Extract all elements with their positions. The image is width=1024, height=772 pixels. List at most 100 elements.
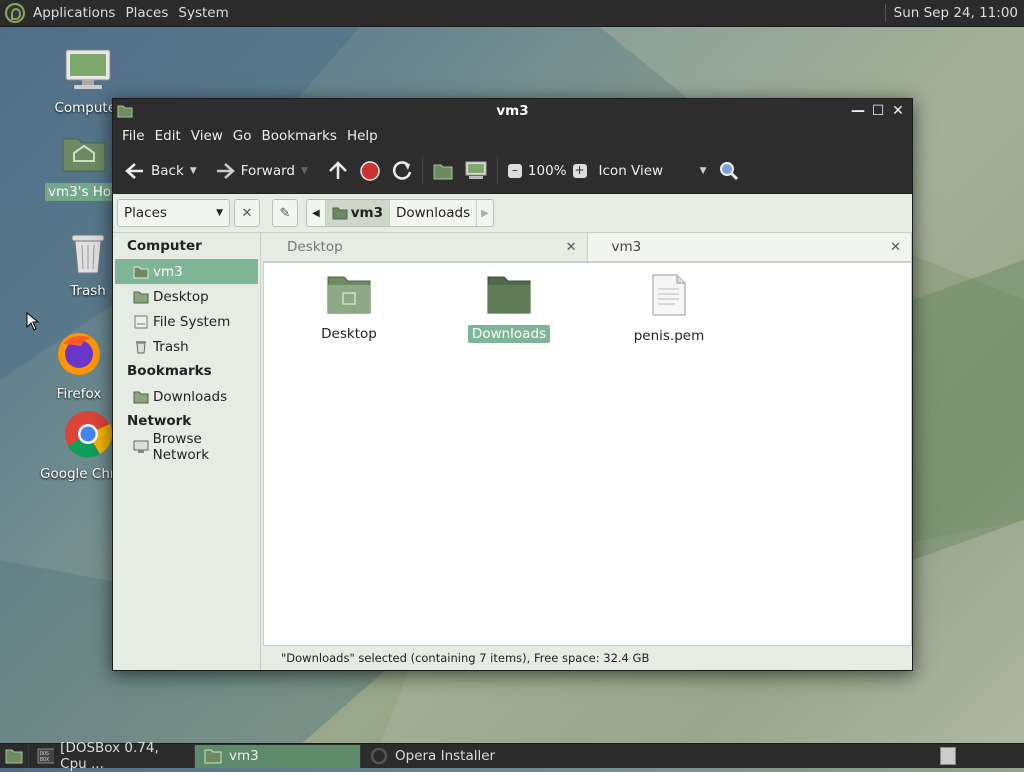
tab-vm3[interactable]: vm3 ✕ bbox=[587, 233, 912, 261]
view-mode-select[interactable]: Icon View ▼ bbox=[593, 153, 713, 189]
back-arrow-icon bbox=[125, 162, 143, 179]
breadcrumb-right-arrow[interactable]: ▶ bbox=[477, 200, 493, 226]
search-icon bbox=[719, 161, 738, 180]
reload-icon bbox=[392, 160, 412, 180]
tab-label: Desktop bbox=[287, 239, 343, 255]
sidebar-item-trash[interactable]: Trash bbox=[113, 334, 260, 359]
tab-desktop[interactable]: Desktop ✕ bbox=[263, 233, 588, 261]
home-folder-icon bbox=[433, 164, 453, 179]
reload-button[interactable] bbox=[386, 153, 418, 189]
menu-edit[interactable]: Edit bbox=[150, 128, 186, 144]
maximize-button[interactable]: ☐ bbox=[870, 103, 886, 119]
sidebar-item-downloads[interactable]: Downloads bbox=[113, 384, 260, 409]
trash-icon bbox=[136, 340, 146, 353]
file-label: penis.pem bbox=[633, 328, 705, 344]
close-button[interactable]: ✕ bbox=[890, 103, 906, 119]
taskbar-item-opera-installer[interactable]: Opera Installer bbox=[361, 745, 527, 768]
close-sidebar-button[interactable]: ✕ bbox=[234, 199, 260, 227]
sidebar-item-vm3[interactable]: vm3 bbox=[115, 259, 258, 284]
status-bar: "Downloads" selected (containing 7 items… bbox=[281, 651, 650, 665]
up-button[interactable] bbox=[322, 153, 354, 189]
places-menu[interactable]: Places bbox=[120, 5, 173, 21]
task-label: Opera Installer bbox=[395, 748, 496, 764]
bottom-panel: DOS BOX [DOSBox 0.74, Cpu ... vm3 Opera I… bbox=[0, 740, 1024, 772]
sidebar: Computer vm3 Desktop File System Trash B… bbox=[113, 233, 261, 670]
back-button[interactable]: Back bbox=[119, 153, 190, 189]
home-folder-icon bbox=[332, 207, 348, 220]
file-item-desktop[interactable]: Desktop bbox=[294, 273, 404, 343]
system-menu[interactable]: System bbox=[173, 5, 233, 21]
sidebar-heading-computer: Computer bbox=[127, 238, 202, 254]
opera-icon bbox=[370, 748, 388, 764]
chrome-icon bbox=[65, 411, 113, 458]
breadcrumb-left-arrow[interactable]: ◀ bbox=[307, 200, 326, 226]
toolbar-separator bbox=[421, 156, 423, 185]
menu-go[interactable]: Go bbox=[228, 128, 257, 144]
trash-icon bbox=[71, 234, 105, 274]
tab-close-icon[interactable]: ✕ bbox=[566, 240, 577, 255]
breadcrumb-item-home[interactable]: vm3 bbox=[325, 200, 390, 226]
search-button[interactable] bbox=[713, 153, 745, 189]
breadcrumb-label: Downloads bbox=[395, 205, 471, 221]
pencil-icon: ✎ bbox=[279, 205, 291, 221]
breadcrumb-item-downloads[interactable]: Downloads bbox=[390, 200, 478, 226]
network-icon bbox=[133, 440, 149, 453]
home-folder-icon bbox=[204, 749, 222, 764]
menu-file[interactable]: File bbox=[117, 128, 150, 144]
back-history-dropdown[interactable]: ▼ bbox=[190, 166, 197, 176]
zoom-in-button[interactable]: + bbox=[567, 153, 593, 189]
up-arrow-icon bbox=[329, 160, 347, 179]
desktop-icon-label: Firefox bbox=[56, 386, 102, 402]
menu-help[interactable]: Help bbox=[342, 128, 383, 144]
home-button[interactable] bbox=[427, 153, 459, 189]
toolbar: Back ▼ Forward ▼ – 100% + Icon View ▼ bbox=[113, 148, 912, 194]
applications-menu[interactable]: Applications bbox=[28, 5, 120, 21]
desktop-icon bbox=[133, 291, 149, 303]
top-panel: Applications Places System Sun Sep 24, 1… bbox=[0, 0, 1024, 27]
sidebar-item-browse-network[interactable]: Browse Network bbox=[113, 431, 260, 463]
desktop-icon-firefox[interactable]: Firefox bbox=[45, 330, 113, 402]
desktop-icon-chrome[interactable]: Google Chrome bbox=[30, 410, 113, 482]
icon-view[interactable]: Desktop Downloads penis.pem bbox=[263, 262, 912, 646]
forward-history-dropdown[interactable]: ▼ bbox=[301, 166, 308, 176]
show-desktop-button[interactable] bbox=[0, 744, 29, 768]
sidebar-item-label: Trash bbox=[153, 338, 189, 355]
places-select-label: Places bbox=[124, 205, 167, 221]
tab-label: vm3 bbox=[611, 239, 642, 255]
stop-button[interactable] bbox=[354, 153, 386, 189]
mouse-cursor-icon bbox=[26, 312, 40, 331]
zoom-level: 100% bbox=[527, 162, 567, 179]
sidebar-item-label: Browse Network bbox=[152, 430, 210, 463]
sidebar-places-select[interactable]: Places ▼ bbox=[117, 199, 230, 227]
file-item-penis-pem[interactable]: penis.pem bbox=[614, 273, 724, 345]
file-item-downloads[interactable]: Downloads bbox=[454, 273, 564, 343]
menu-bookmarks[interactable]: Bookmarks bbox=[257, 128, 342, 144]
folder-icon bbox=[327, 276, 371, 314]
desktop-icon-label: Google Chrome bbox=[40, 466, 113, 482]
firefox-icon bbox=[58, 333, 100, 375]
workspace-switcher[interactable] bbox=[940, 747, 956, 765]
menu-view[interactable]: View bbox=[186, 128, 228, 144]
content-area: Computer vm3 Desktop File System Trash B… bbox=[113, 233, 912, 670]
task-label: vm3 bbox=[229, 748, 259, 764]
home-icon bbox=[133, 266, 149, 278]
forward-label: Forward bbox=[240, 162, 295, 179]
drive-icon bbox=[134, 315, 148, 328]
sidebar-item-desktop[interactable]: Desktop bbox=[113, 284, 260, 309]
taskbar-item-dosbox[interactable]: DOS BOX [DOSBox 0.74, Cpu ... bbox=[29, 740, 195, 772]
forward-arrow-icon bbox=[216, 162, 235, 179]
taskbar-item-vm3[interactable]: vm3 bbox=[195, 744, 361, 768]
toggle-location-entry-button[interactable]: ✎ bbox=[272, 199, 298, 227]
back-label: Back bbox=[151, 162, 184, 179]
zoom-out-button[interactable]: – bbox=[502, 153, 528, 189]
sidebar-item-file-system[interactable]: File System bbox=[113, 309, 260, 334]
clock[interactable]: Sun Sep 24, 11:00 bbox=[884, 4, 1024, 22]
tab-close-icon[interactable]: ✕ bbox=[890, 240, 901, 255]
forward-button[interactable]: Forward bbox=[209, 153, 301, 189]
minimize-button[interactable]: — bbox=[850, 103, 866, 119]
mate-logo-icon[interactable] bbox=[5, 3, 25, 23]
window-titlebar[interactable]: vm3 — ☐ ✕ bbox=[113, 99, 912, 123]
file-manager-window: vm3 — ☐ ✕ File Edit View Go Bookmarks He… bbox=[112, 98, 913, 671]
sidebar-item-label: vm3 bbox=[153, 263, 183, 280]
computer-button[interactable] bbox=[459, 153, 493, 189]
